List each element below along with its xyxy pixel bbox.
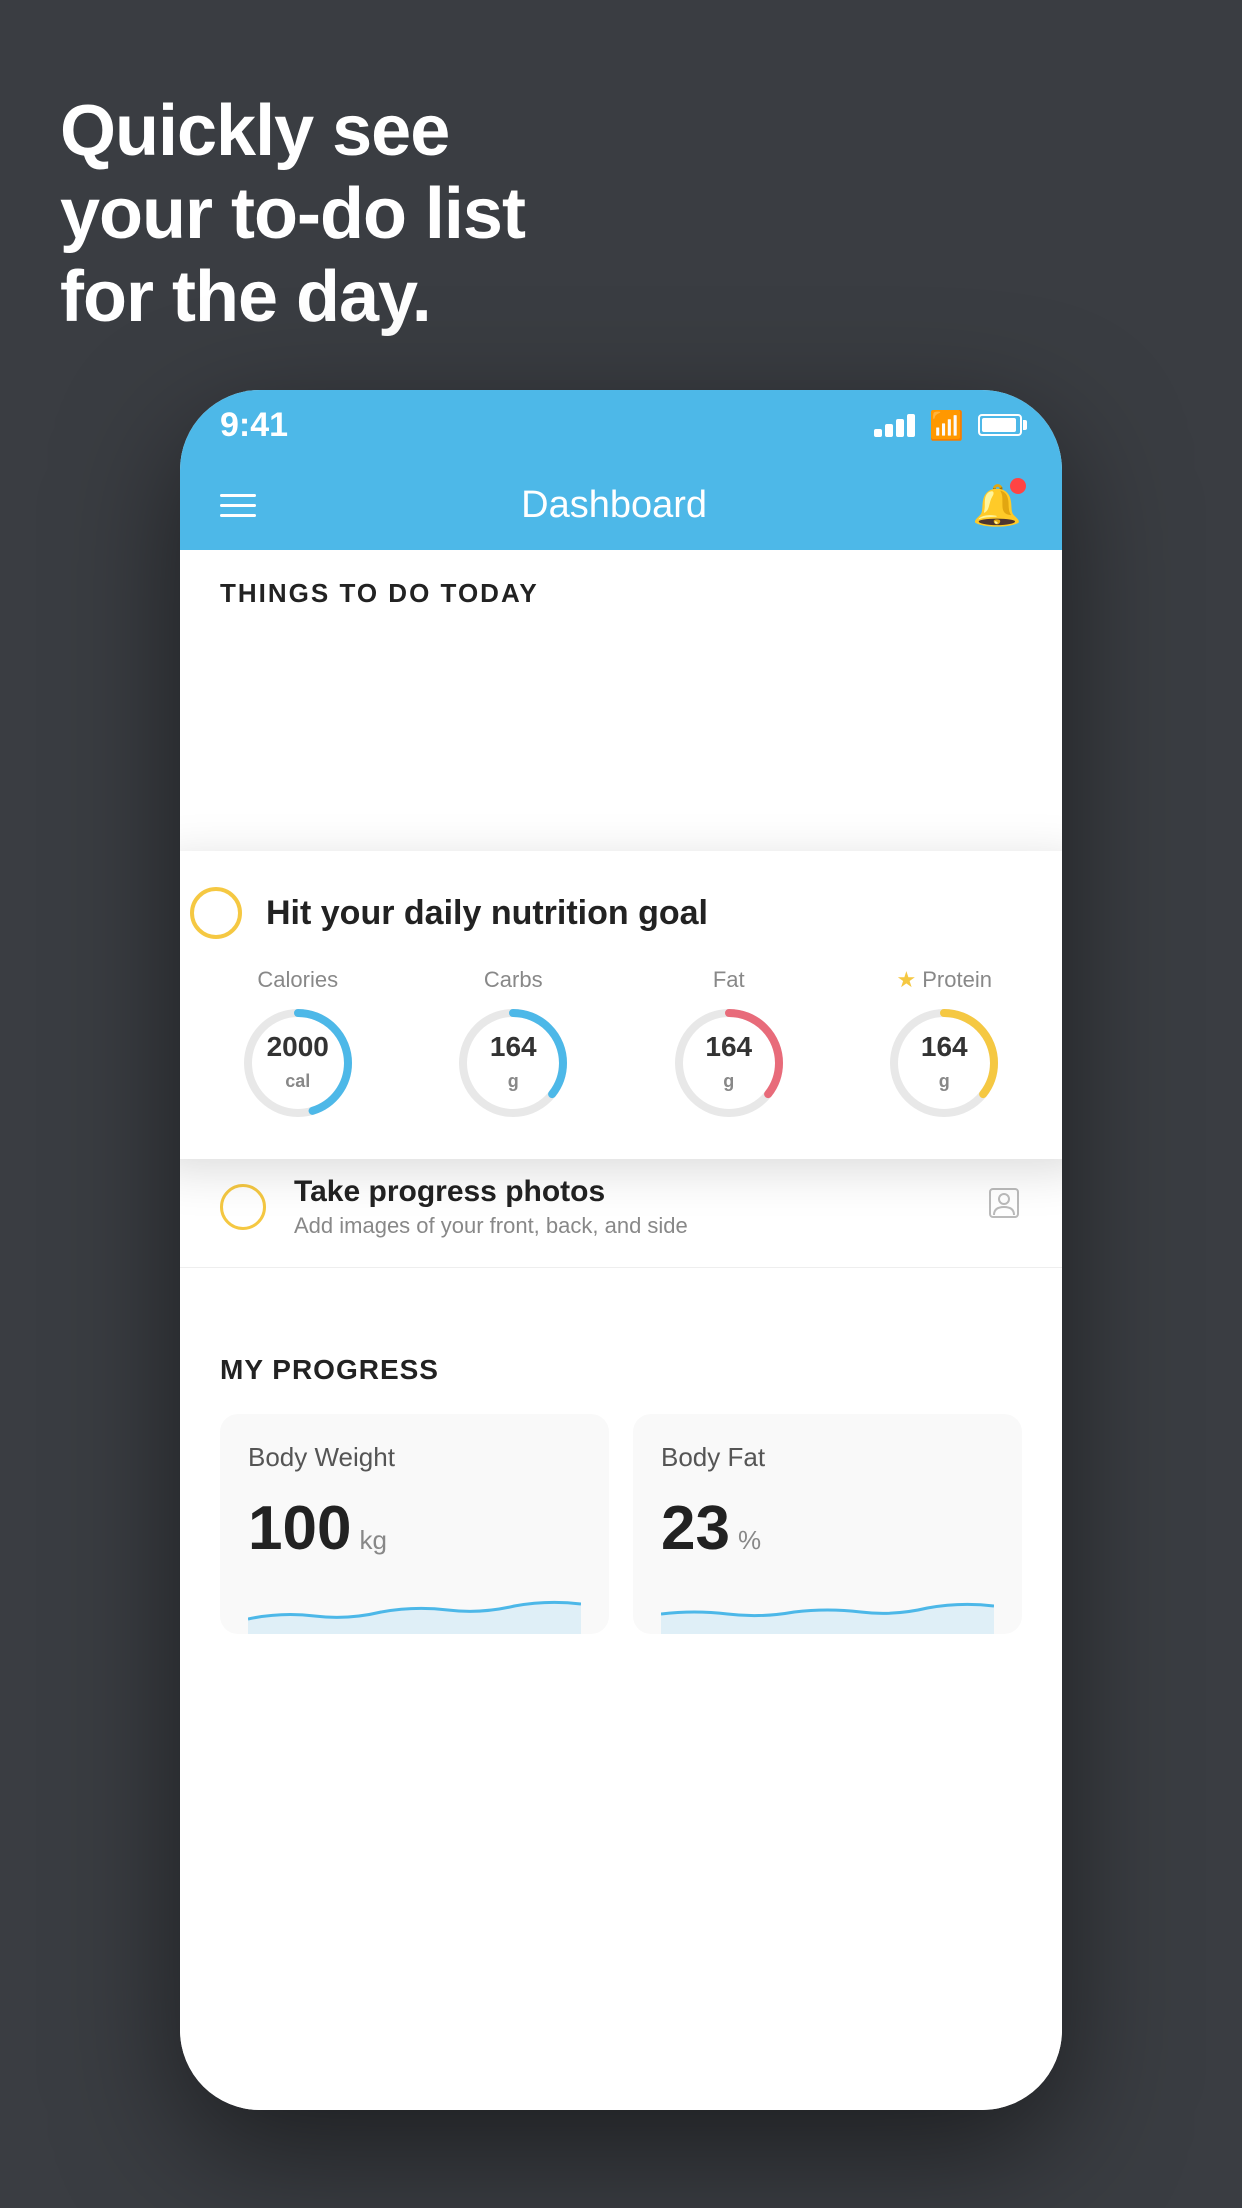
menu-icon[interactable] bbox=[220, 494, 256, 517]
protein-value: 164g bbox=[921, 1032, 968, 1094]
body-weight-number: 100 bbox=[248, 1493, 351, 1564]
notification-dot bbox=[1010, 478, 1026, 494]
wifi-icon: 📶 bbox=[929, 409, 964, 442]
signal-bars-icon bbox=[874, 414, 915, 437]
star-icon: ★ bbox=[897, 967, 917, 993]
body-fat-unit: % bbox=[738, 1525, 761, 1556]
fat-ring: 164g bbox=[669, 1003, 789, 1123]
nutrition-carbs: Carbs 164g bbox=[453, 967, 573, 1123]
carbs-value: 164g bbox=[490, 1032, 537, 1094]
body-weight-card: Body Weight 100 kg bbox=[220, 1414, 609, 1634]
list-item-photos[interactable]: Take progress photos Add images of your … bbox=[180, 1147, 1062, 1268]
body-fat-chart bbox=[661, 1584, 994, 1634]
status-bar: 9:41 📶 bbox=[180, 390, 1062, 460]
progress-cards: Body Weight 100 kg Body Fat bbox=[220, 1414, 1022, 1634]
phone-body: THINGS TO DO TODAY Hit your daily nutrit… bbox=[180, 550, 1062, 2110]
nutrition-circles: Calories 2000cal Carbs bbox=[190, 967, 1052, 1123]
nutrition-check-circle[interactable] bbox=[190, 887, 242, 939]
phone-mockup: 9:41 📶 Dashboard 🔔 bbox=[180, 390, 1062, 2110]
photos-check-circle bbox=[220, 1184, 266, 1230]
body-fat-card: Body Fat 23 % bbox=[633, 1414, 1022, 1634]
nutrition-protein: ★ Protein 164g bbox=[884, 967, 1004, 1123]
body-fat-card-title: Body Fat bbox=[661, 1442, 994, 1473]
photos-text: Take progress photos Add images of your … bbox=[294, 1175, 958, 1239]
calories-ring: 2000cal bbox=[238, 1003, 358, 1123]
calories-label: Calories bbox=[257, 967, 338, 993]
section-header: THINGS TO DO TODAY bbox=[180, 550, 1062, 625]
body-fat-value-wrapper: 23 % bbox=[661, 1493, 994, 1564]
fat-value: 164g bbox=[705, 1032, 752, 1094]
nutrition-card-title: Hit your daily nutrition goal bbox=[266, 894, 708, 933]
app-header: Dashboard 🔔 bbox=[180, 460, 1062, 550]
body-weight-unit: kg bbox=[359, 1525, 386, 1556]
status-time: 9:41 bbox=[220, 406, 288, 445]
body-weight-chart bbox=[248, 1584, 581, 1634]
protein-ring: 164g bbox=[884, 1003, 1004, 1123]
battery-icon bbox=[978, 414, 1022, 436]
calories-value: 2000cal bbox=[267, 1032, 329, 1094]
headline: Quickly see your to-do list for the day. bbox=[60, 90, 525, 338]
photos-title: Take progress photos bbox=[294, 1175, 958, 1209]
nutrition-fat: Fat 164g bbox=[669, 967, 789, 1123]
person-icon bbox=[986, 1185, 1022, 1230]
header-title: Dashboard bbox=[521, 484, 707, 527]
body-weight-card-title: Body Weight bbox=[248, 1442, 581, 1473]
body-weight-value-wrapper: 100 kg bbox=[248, 1493, 581, 1564]
card-top: Hit your daily nutrition goal bbox=[190, 887, 1052, 939]
status-icons: 📶 bbox=[874, 409, 1022, 442]
fat-label: Fat bbox=[713, 967, 745, 993]
body-fat-number: 23 bbox=[661, 1493, 730, 1564]
notification-bell[interactable]: 🔔 bbox=[972, 482, 1022, 529]
nutrition-calories: Calories 2000cal bbox=[238, 967, 358, 1123]
progress-title: MY PROGRESS bbox=[220, 1354, 1022, 1386]
protein-label: Protein bbox=[922, 967, 992, 993]
things-to-do-title: THINGS TO DO TODAY bbox=[220, 578, 1022, 609]
photos-subtitle: Add images of your front, back, and side bbox=[294, 1213, 958, 1239]
nutrition-card: Hit your daily nutrition goal Calories 2… bbox=[180, 851, 1062, 1159]
progress-section: MY PROGRESS Body Weight 100 kg bbox=[180, 1318, 1062, 1670]
carbs-label: Carbs bbox=[484, 967, 543, 993]
carbs-ring: 164g bbox=[453, 1003, 573, 1123]
protein-label-wrapper: ★ Protein bbox=[897, 967, 992, 993]
